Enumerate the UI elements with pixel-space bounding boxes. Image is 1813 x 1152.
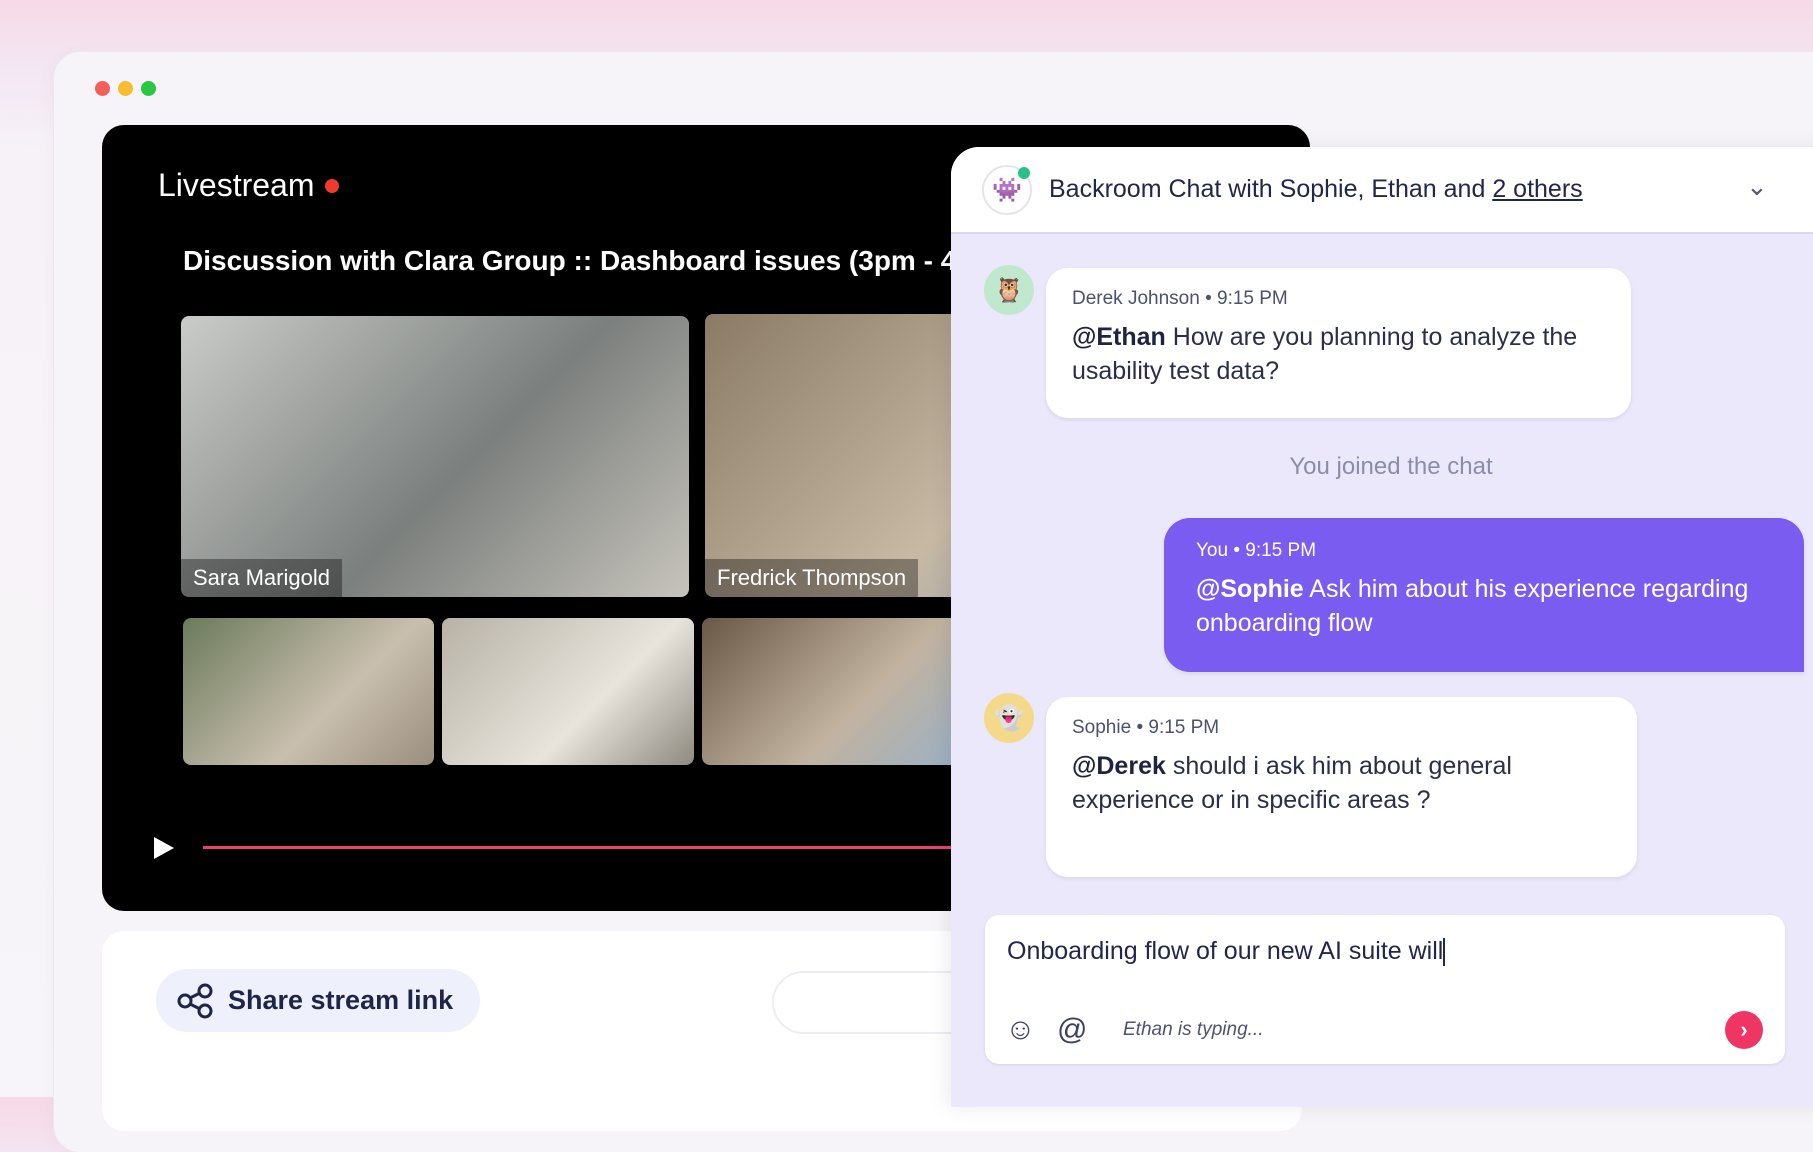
participant-video-tile[interactable]: Sara Marigold: [181, 316, 689, 597]
avatar: 🦉: [984, 265, 1034, 315]
share-label: Share stream link: [228, 985, 454, 1015]
mention[interactable]: @Ethan: [1072, 323, 1166, 351]
participant-name: Sara Marigold: [181, 559, 342, 597]
chat-title-text: Backroom Chat with Sophie, Ethan and: [1049, 175, 1493, 203]
chat-message: Derek Johnson • 9:15 PM @Ethan How are y…: [1046, 268, 1631, 418]
others-link[interactable]: 2 others: [1492, 175, 1582, 203]
send-button[interactable]: ›: [1725, 1011, 1763, 1049]
message-meta: Derek Johnson • 9:15 PM: [1072, 288, 1288, 309]
livestream-text: Livestream: [158, 167, 315, 203]
chevron-down-icon[interactable]: ⌄: [1746, 171, 1768, 202]
chat-title: Backroom Chat with Sophie, Ethan and 2 o…: [1049, 175, 1583, 204]
message-composer[interactable]: Onboarding flow of our new AI suite will…: [985, 915, 1785, 1064]
message-text: @Ethan How are you planning to analyze t…: [1072, 320, 1605, 388]
chat-panel: 👾 Backroom Chat with Sophie, Ethan and 2…: [951, 147, 1813, 1107]
message-input[interactable]: Onboarding flow of our new AI suite will: [1007, 937, 1446, 967]
chevron-right-icon: ›: [1740, 1017, 1748, 1042]
typing-indicator: Ethan is typing...: [1123, 1019, 1264, 1040]
avatar: 👻: [984, 693, 1034, 743]
maximize-window-button[interactable]: [141, 81, 156, 96]
message-input-value: Onboarding flow of our new AI suite will: [1007, 937, 1444, 965]
group-avatar: 👾: [982, 165, 1032, 215]
message-text: @Derek should i ask him about general ex…: [1072, 749, 1611, 817]
system-message: You joined the chat: [1289, 453, 1493, 480]
online-status-icon: [1018, 167, 1030, 179]
message-meta: You • 9:15 PM: [1196, 540, 1317, 561]
close-window-button[interactable]: [95, 81, 110, 96]
stream-title: Discussion with Clara Group :: Dashboard…: [183, 245, 1008, 276]
livestream-label: Livestream: [158, 167, 339, 204]
text-caret: [1443, 938, 1446, 967]
message-meta: Sophie • 9:15 PM: [1072, 717, 1220, 738]
chat-header: 👾 Backroom Chat with Sophie, Ethan and 2…: [951, 147, 1813, 234]
message-text: @Sophie Ask him about his experience reg…: [1196, 572, 1772, 640]
chat-message: Sophie • 9:15 PM @Derek should i ask him…: [1046, 697, 1637, 877]
participant-video-tile[interactable]: [442, 618, 694, 765]
share-stream-link-button[interactable]: Share stream link: [156, 969, 480, 1032]
emoji-icon[interactable]: ☺: [1005, 1013, 1036, 1047]
minimize-window-button[interactable]: [118, 81, 133, 96]
share-icon: [177, 983, 213, 1018]
mention[interactable]: @Derek: [1072, 752, 1166, 780]
participant-video-tile[interactable]: [183, 618, 434, 765]
mention-icon[interactable]: @: [1057, 1013, 1087, 1047]
play-icon[interactable]: [154, 837, 174, 859]
mention[interactable]: @Sophie: [1196, 575, 1304, 603]
own-chat-message: You • 9:15 PM @Sophie Ask him about his …: [1164, 518, 1804, 672]
live-indicator-icon: [324, 178, 339, 193]
participant-video-tile[interactable]: [702, 618, 962, 765]
participant-name: Fredrick Thompson: [705, 559, 919, 597]
